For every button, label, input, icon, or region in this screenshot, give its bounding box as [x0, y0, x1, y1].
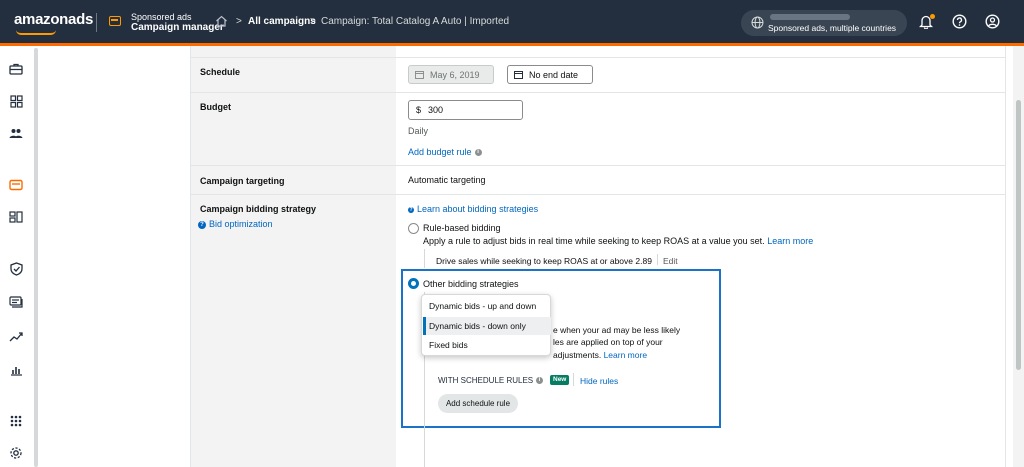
campaign-manager-icon	[109, 16, 121, 26]
trend-icon[interactable]	[8, 329, 24, 345]
end-date-field[interactable]: No end date	[507, 65, 593, 84]
left-nav	[0, 46, 32, 467]
currency-symbol: $	[416, 105, 422, 115]
left-nav-scrollbar[interactable]	[34, 48, 38, 467]
creative-icon[interactable]	[8, 294, 24, 310]
product-title[interactable]: Campaign manager	[131, 22, 224, 33]
amazon-ads-logo[interactable]: amazonads	[14, 11, 93, 35]
calendar-icon	[514, 71, 523, 79]
rule-indent-line	[424, 249, 425, 268]
strategy-desc-line3: adjustments. Learn more	[553, 350, 648, 360]
shield-icon[interactable]	[8, 261, 24, 277]
people-icon[interactable]	[8, 125, 24, 141]
breadcrumb-all-campaigns[interactable]: All campaigns	[248, 16, 316, 27]
home-icon[interactable]	[215, 15, 228, 27]
chevron-right-icon: >	[236, 16, 242, 27]
dropdown-option-fixed-bids[interactable]: Fixed bids	[423, 336, 551, 354]
rules-divider	[573, 373, 574, 386]
info-icon: i	[474, 149, 482, 157]
bid-optimization-link[interactable]: ? Bid optimization	[198, 219, 273, 229]
campaign-targeting-value: Automatic targeting	[408, 175, 486, 185]
bar-chart-icon[interactable]	[8, 362, 24, 378]
budget-label: Budget	[200, 102, 231, 112]
dashboard-icon[interactable]	[8, 93, 24, 109]
globe-icon	[751, 16, 764, 29]
help-circle-icon: ?	[408, 206, 414, 213]
row-divider	[191, 92, 1006, 93]
calendar-icon	[415, 71, 424, 79]
start-date-value: May 6, 2019	[430, 69, 480, 80]
chevron-right-icon: >	[310, 16, 316, 27]
row-divider	[191, 57, 1006, 58]
product-subtitle: Sponsored ads	[131, 12, 192, 22]
end-date-value: No end date	[529, 69, 579, 80]
account-icon[interactable]	[985, 14, 1000, 29]
budget-period: Daily	[408, 126, 429, 136]
breadcrumb-campaign: Campaign: Total Catalog A Auto | Importe…	[321, 16, 510, 27]
rule-summary: Drive sales while seeking to keep ROAS a…	[436, 256, 652, 266]
row-divider	[191, 194, 1006, 195]
schedule-rules-label: WITH SCHEDULE RULES i	[438, 376, 544, 385]
other-bidding-strategies-radio[interactable]	[408, 278, 419, 289]
learn-bidding-strategies-link[interactable]: ? Learn about bidding strategies	[408, 204, 538, 214]
help-icon[interactable]	[952, 14, 967, 29]
account-name-redacted	[770, 14, 850, 20]
bidding-strategy-dropdown[interactable]: Dynamic bids - up and down Dynamic bids …	[421, 294, 551, 356]
rule-based-learn-more-link[interactable]: Learn more	[767, 236, 813, 246]
schedule-label: Schedule	[200, 67, 241, 77]
edit-rule-link[interactable]: Edit	[663, 256, 678, 266]
info-icon: i	[536, 377, 544, 385]
row-divider	[191, 165, 1006, 166]
page-scrollbar-thumb[interactable]	[1016, 100, 1021, 370]
header-divider	[96, 13, 97, 32]
campaign-targeting-label: Campaign targeting	[200, 176, 285, 186]
summary-divider	[657, 254, 658, 265]
dropdown-option-down-only[interactable]: Dynamic bids - down only	[423, 317, 551, 335]
help-circle-icon: ?	[198, 220, 206, 229]
account-marketplace: Sponsored ads, multiple countries	[768, 23, 897, 33]
notification-dot	[930, 14, 935, 19]
apps-grid-icon[interactable]	[8, 413, 24, 429]
briefcase-icon[interactable]	[8, 61, 24, 77]
rule-based-bidding-desc: Apply a rule to adjust bids in real time…	[423, 236, 814, 246]
add-budget-rule-link[interactable]: Add budget rule i	[408, 147, 482, 157]
hide-rules-link[interactable]: Hide rules	[580, 376, 618, 386]
start-date-field: May 6, 2019	[408, 65, 494, 84]
settings-gear-icon[interactable]	[8, 445, 24, 461]
new-badge: New	[550, 375, 570, 385]
dropdown-option-up-and-down[interactable]: Dynamic bids - up and down	[423, 297, 551, 315]
strategy-learn-more-link[interactable]: Learn more	[604, 350, 647, 360]
rule-based-bidding-radio[interactable]	[408, 223, 419, 234]
budget-input[interactable]: $ 300	[408, 100, 523, 120]
media-icon[interactable]	[8, 209, 24, 225]
strategy-desc-line2: les are applied on top of your	[553, 337, 663, 347]
bidding-strategy-label: Campaign bidding strategy	[200, 204, 317, 214]
strategy-desc-line1: e when your ad may be less likely	[553, 325, 681, 335]
budget-value: 300	[428, 105, 444, 115]
other-bidding-strategies-title: Other bidding strategies	[423, 279, 519, 289]
add-schedule-rule-button[interactable]: Add schedule rule	[438, 394, 518, 413]
rule-based-bidding-title: Rule-based bidding	[423, 223, 501, 233]
campaign-manager-nav-icon[interactable]	[8, 177, 24, 193]
